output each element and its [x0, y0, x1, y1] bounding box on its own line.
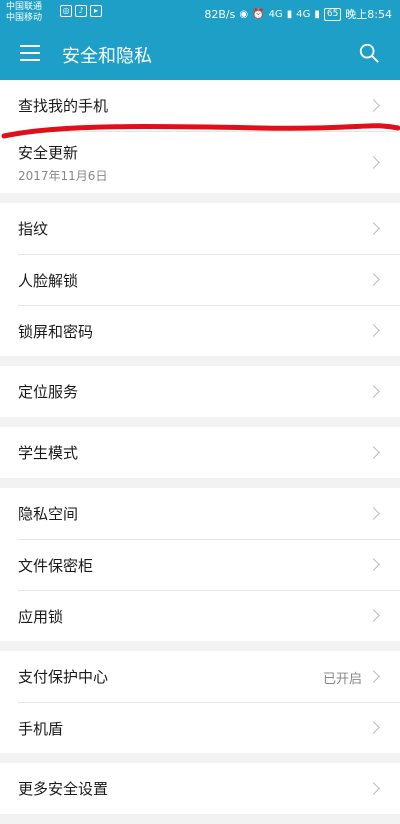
chevron-right-icon [367, 324, 380, 337]
signal-1-label: 4G [268, 8, 283, 20]
notification-icons: ◎ ♪ ▸ [60, 5, 102, 17]
carrier-info: 中国联通 中国移动 [6, 2, 42, 24]
chevron-right-icon [367, 221, 380, 235]
private-space-item[interactable]: 隐私空间 [0, 488, 400, 539]
lock-screen-label: 锁屏和密码 [18, 322, 94, 341]
settings-list: 查找我的手机 安全更新 2017年11月6日 指纹 人脸解锁 锁屏和密码 定位服… [0, 80, 400, 824]
chevron-right-icon [367, 669, 380, 683]
fingerprint-label: 指纹 [18, 220, 49, 238]
find-my-phone-item[interactable]: 查找我的手机 [0, 80, 400, 131]
face-unlock-item[interactable]: 人脸解锁 [18, 254, 400, 305]
chevron-right-icon [367, 155, 380, 169]
carrier-1: 中国联通 [6, 2, 43, 12]
chevron-right-icon [367, 384, 380, 398]
status-bar: 中国联通 中国移动 ◎ ♪ ▸ 82B/s ◉ ⏰ 4G ▮ 4G ▮ 65 晚… [0, 0, 400, 28]
lock-screen-item[interactable]: 锁屏和密码 [18, 305, 400, 356]
chevron-right-icon [367, 781, 380, 795]
search-icon[interactable] [358, 42, 380, 64]
group-location: 定位服务 [0, 366, 400, 417]
app-icon: ▸ [90, 5, 102, 17]
group-biometrics: 指纹 人脸解锁 锁屏和密码 [0, 203, 400, 356]
private-space-label: 隐私空间 [18, 505, 79, 523]
app-bar: 安全和隐私 [0, 28, 400, 80]
location-item[interactable]: 定位服务 [0, 366, 400, 417]
chevron-right-icon [367, 609, 380, 622]
group-privacy: 隐私空间 文件保密柜 应用锁 [0, 488, 400, 641]
app-lock-item[interactable]: 应用锁 [18, 590, 400, 641]
security-update-item[interactable]: 安全更新 2017年11月6日 [18, 131, 400, 193]
file-safe-label: 文件保密柜 [18, 556, 94, 575]
fingerprint-item[interactable]: 指纹 [0, 203, 400, 254]
signal-2-label: 4G [296, 8, 311, 20]
file-safe-item[interactable]: 文件保密柜 [18, 539, 400, 590]
alarm-icon: ⏰ [252, 8, 265, 20]
page-title: 安全和隐私 [62, 46, 152, 67]
clock: 晚上8:54 [345, 8, 392, 21]
phone-shield-item[interactable]: 手机盾 [18, 702, 400, 753]
chevron-right-icon [367, 506, 380, 520]
status-right: 82B/s ◉ ⏰ 4G ▮ 4G ▮ 65 晚上8:54 [204, 6, 392, 22]
music-icon: ♪ [75, 5, 87, 17]
signal-bars-2-icon: ▮ [314, 8, 320, 20]
group-payment: 支付保护中心 已开启 手机盾 [0, 651, 400, 753]
payment-protection-status: 已开启 [322, 671, 362, 687]
weibo-icon: ◎ [60, 5, 72, 17]
net-speed: 82B/s [204, 7, 236, 21]
payment-protection-item[interactable]: 支付保护中心 已开启 [0, 651, 400, 702]
chevron-right-icon [367, 98, 380, 112]
chevron-right-icon [367, 558, 380, 571]
hotspot-icon: ◉ [239, 8, 249, 20]
phone-shield-label: 手机盾 [18, 719, 64, 738]
carrier-2: 中国移动 [6, 13, 43, 23]
chevron-right-icon [367, 445, 380, 459]
more-security-label: 更多安全设置 [18, 780, 109, 798]
payment-protection-label: 支付保护中心 [18, 668, 109, 686]
more-security-item[interactable]: 更多安全设置 [0, 763, 400, 814]
student-mode-label: 学生模式 [18, 444, 79, 462]
signal-bars-icon: ▮ [286, 8, 293, 20]
app-lock-label: 应用锁 [18, 607, 64, 626]
chevron-right-icon [367, 273, 380, 286]
chevron-right-icon [367, 721, 380, 734]
menu-icon[interactable] [20, 45, 40, 61]
student-mode-item[interactable]: 学生模式 [0, 427, 400, 478]
battery-icon: 65 [323, 7, 342, 21]
security-update-label: 安全更新 [18, 143, 79, 162]
security-update-date: 2017年11月6日 [18, 168, 108, 183]
group-student: 学生模式 [0, 427, 400, 478]
face-unlock-label: 人脸解锁 [18, 271, 79, 290]
location-label: 定位服务 [18, 383, 79, 401]
find-my-phone-label: 查找我的手机 [18, 97, 109, 115]
group-find: 查找我的手机 安全更新 2017年11月6日 [0, 80, 400, 193]
group-more: 更多安全设置 [0, 763, 400, 814]
